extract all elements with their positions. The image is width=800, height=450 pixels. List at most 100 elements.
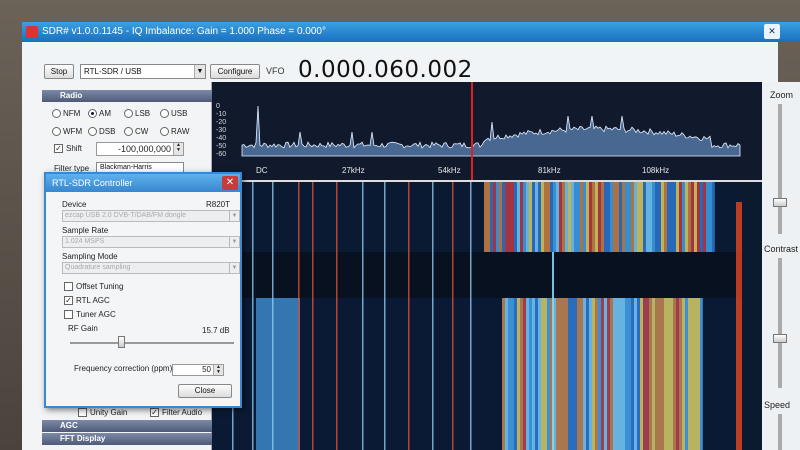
waterfall-band: [520, 298, 523, 450]
waterfall-band: [616, 182, 619, 252]
mode-label: CW: [135, 127, 149, 136]
speed-slider-track[interactable]: [778, 414, 782, 450]
chevron-down-icon: ▼: [229, 237, 239, 247]
radio-dot-icon: [52, 109, 61, 119]
waterfall-band: [586, 298, 589, 450]
filter-audio-checkbox[interactable]: ✓ Filter Audio: [150, 408, 202, 418]
device-select[interactable]: ezcap USB 2.0 DVB-T/DAB/FM dongle ▼: [62, 210, 240, 222]
waterfall-band: [529, 298, 532, 450]
contrast-slider-thumb[interactable]: [773, 334, 787, 343]
waterfall-band: [694, 182, 697, 252]
waterfall-band: [562, 298, 565, 450]
close-button[interactable]: Close: [178, 384, 232, 398]
waterfall-band: [532, 298, 535, 450]
waterfall-band: [622, 298, 625, 450]
offset-tuning-checkbox[interactable]: Offset Tuning: [64, 282, 123, 292]
waterfall-band: [649, 298, 652, 450]
waterfall-band: [607, 298, 610, 450]
freq-tick-label: 108kHz: [642, 166, 670, 175]
fft-display-section-header[interactable]: FFT Display: [42, 433, 212, 445]
agc-section-header[interactable]: AGC: [42, 420, 212, 432]
window-close-button[interactable]: ✕: [764, 24, 780, 39]
sample-rate-select[interactable]: 1.024 MSPS ▼: [62, 236, 240, 248]
speed-label: Speed: [764, 400, 791, 410]
zoom-slider-track[interactable]: [778, 104, 782, 234]
mode-radio-dsb[interactable]: DSB: [88, 127, 116, 137]
waterfall-band: [631, 182, 634, 252]
db-tick-label: -60: [216, 151, 226, 158]
mode-label: DSB: [99, 127, 116, 136]
waterfall-band: [574, 298, 577, 450]
spectrum-display[interactable]: 0 -10 -20 -30 -40 -50 -60 DC 27kHz 54kHz 81kHz 108…: [212, 82, 762, 182]
sampling-mode-select[interactable]: Quadrature sampling ▼: [62, 262, 240, 274]
app-icon: [26, 26, 38, 38]
waterfall-band: [658, 182, 661, 252]
mode-radio-raw[interactable]: RAW: [160, 127, 189, 137]
waterfall-band: [559, 182, 562, 252]
vfo-label: VFO: [266, 66, 285, 76]
mode-radio-usb[interactable]: USB: [160, 109, 187, 119]
shift-checkbox[interactable]: ✓ Shift: [54, 144, 82, 154]
waterfall-band: [679, 298, 682, 450]
waterfall-band: [700, 182, 703, 252]
waterfall-band: [625, 182, 628, 252]
configure-button[interactable]: Configure: [210, 64, 260, 79]
radio-section-header[interactable]: Radio: [42, 90, 212, 102]
waterfall-plot: [212, 182, 762, 450]
radio-dot-icon: [124, 109, 133, 119]
waterfall-band: [493, 182, 496, 252]
mode-radio-nfm[interactable]: NFM: [52, 109, 80, 119]
rf-gain-slider-track[interactable]: [70, 342, 234, 344]
radio-dot-icon: [88, 127, 97, 137]
waterfall-band: [649, 182, 652, 252]
waterfall-display[interactable]: [212, 182, 762, 450]
frequency-correction-label: Frequency correction (ppm): [74, 364, 173, 373]
toolbar: Stop RTL-SDR / USB ▼ Configure VFO 0.000…: [22, 42, 778, 83]
rf-gain-value: 15.7 dB: [202, 326, 230, 335]
waterfall-band: [577, 182, 580, 252]
waterfall-band: [604, 182, 607, 252]
mode-radio-am[interactable]: AM: [88, 109, 111, 119]
zoom-slider-thumb[interactable]: [773, 198, 787, 207]
contrast-slider-track[interactable]: [778, 258, 782, 388]
window-titlebar: SDR# v1.0.0.1145 - IQ Imbalance: Gain = …: [22, 22, 800, 42]
waterfall-band: [550, 182, 553, 252]
waterfall-band: [298, 182, 300, 450]
source-select[interactable]: RTL-SDR / USB ▼: [80, 64, 206, 79]
db-tick-label: -20: [216, 119, 226, 126]
waterfall-band: [565, 182, 568, 252]
waterfall-band: [535, 298, 538, 450]
waterfall-band: [252, 182, 254, 450]
stop-button[interactable]: Stop: [44, 64, 74, 79]
mode-radio-wfm[interactable]: WFM: [52, 127, 82, 137]
shift-input[interactable]: -100,000,000 ▲ ▼: [96, 142, 184, 156]
waterfall-band: [580, 182, 583, 252]
mode-radio-cw[interactable]: CW: [124, 127, 149, 137]
mode-label: LSB: [135, 109, 151, 118]
rf-gain-slider-thumb[interactable]: [118, 336, 125, 348]
rtl-sdr-controller-dialog: RTL-SDR Controller ✕ Device R820T ezcap …: [44, 172, 242, 408]
waterfall-band: [508, 182, 511, 252]
waterfall-band: [691, 298, 694, 450]
frequency-correction-input[interactable]: 50 ▲ ▼: [172, 364, 224, 376]
rtl-agc-checkbox[interactable]: ✓ RTL AGC: [64, 296, 110, 306]
waterfall-band: [514, 182, 517, 252]
waterfall-band: [610, 298, 613, 450]
waterfall-band: [652, 298, 655, 450]
waterfall-band: [577, 298, 580, 450]
waterfall-band: [652, 182, 655, 252]
tuner-agc-checkbox[interactable]: Tuner AGC: [64, 310, 116, 320]
waterfall-band: [595, 182, 598, 252]
waterfall-band: [589, 182, 592, 252]
unity-gain-checkbox[interactable]: Unity Gain: [78, 408, 127, 418]
waterfall-band: [676, 182, 679, 252]
waterfall-band: [712, 182, 715, 252]
waterfall-band: [616, 298, 619, 450]
waterfall-band: [628, 182, 631, 252]
waterfall-band: [496, 182, 499, 252]
mode-radio-lsb[interactable]: LSB: [124, 109, 151, 119]
dialog-close-icon[interactable]: ✕: [222, 176, 238, 190]
waterfall-band: [700, 298, 703, 450]
waterfall-band: [670, 182, 673, 252]
vfo-frequency[interactable]: 0.000.060.002: [298, 57, 473, 83]
